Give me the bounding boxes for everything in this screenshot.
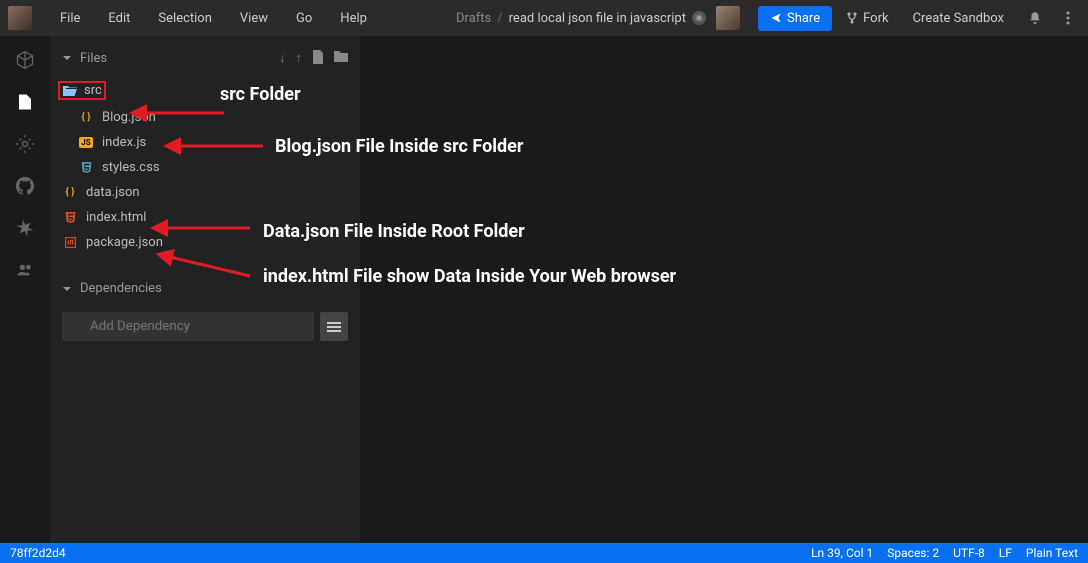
menu-view[interactable]: View (228, 5, 280, 32)
file-explorer: Files ↓ ↑ src { } Blog.json (50, 36, 360, 543)
file-styles-css[interactable]: styles.css (50, 155, 360, 180)
share-icon (770, 12, 782, 24)
fork-icon (846, 12, 858, 24)
download-icon[interactable]: ↓ (279, 50, 286, 66)
js-icon: JS (78, 137, 94, 148)
hamburger-icon (327, 322, 341, 332)
status-spaces[interactable]: Spaces: 2 (887, 546, 939, 560)
menu-selection[interactable]: Selection (146, 5, 223, 32)
files-panel-header[interactable]: Files ↓ ↑ (50, 44, 360, 72)
upload-icon[interactable]: ↑ (296, 50, 303, 66)
npm-icon (62, 236, 78, 249)
folder-src[interactable]: src (50, 76, 360, 105)
create-sandbox-button[interactable]: Create Sandbox (903, 5, 1014, 32)
status-cursor[interactable]: Ln 39, Col 1 (811, 546, 873, 560)
chevron-down-icon (62, 284, 72, 294)
file-data-json[interactable]: { } data.json (50, 180, 360, 205)
dependencies-panel-header[interactable]: Dependencies (50, 273, 360, 304)
editor-area[interactable]: src Folder Blog.json File Inside src Fol… (360, 36, 1088, 543)
add-dependency-input[interactable] (62, 312, 314, 341)
folder-open-icon (62, 85, 78, 97)
status-commit[interactable]: 78ff2d2d4 (10, 546, 811, 560)
css-icon (78, 161, 94, 174)
breadcrumb: Drafts / read local json file in javascr… (456, 11, 706, 26)
menu-help[interactable]: Help (328, 5, 379, 32)
json-icon: { } (78, 112, 94, 123)
file-blog-json[interactable]: { } Blog.json (50, 105, 360, 130)
file-index-html[interactable]: index.html (50, 205, 360, 230)
status-language[interactable]: Plain Text (1026, 546, 1078, 560)
deploy-icon[interactable] (15, 218, 35, 238)
dependencies-label: Dependencies (80, 281, 162, 296)
new-file-icon[interactable] (312, 50, 324, 66)
sandbox-icon[interactable] (15, 50, 35, 70)
status-eol[interactable]: LF (999, 546, 1012, 560)
main-area: Files ↓ ↑ src { } Blog.json (0, 36, 1088, 543)
live-icon[interactable] (15, 260, 35, 280)
activity-bar (0, 36, 50, 543)
files-label: Files (80, 51, 271, 66)
top-menu-bar: File Edit Selection View Go Help Drafts … (0, 0, 1088, 36)
status-bar: 78ff2d2d4 Ln 39, Col 1 Spaces: 2 UTF-8 L… (0, 543, 1088, 563)
menu-edit[interactable]: Edit (96, 5, 142, 32)
breadcrumb-title[interactable]: read local json file in javascript (509, 11, 686, 26)
chevron-down-icon (62, 53, 72, 63)
explorer-icon[interactable] (15, 92, 35, 112)
status-encoding[interactable]: UTF-8 (953, 546, 985, 560)
html-icon (62, 211, 78, 224)
user-avatar[interactable] (8, 6, 32, 30)
more-menu-icon[interactable] (1056, 5, 1080, 31)
file-tree: src { } Blog.json JS index.js styles.css… (50, 72, 360, 259)
notifications-icon[interactable] (1018, 5, 1052, 31)
menu-go[interactable]: Go (284, 5, 324, 32)
file-package-json[interactable]: package.json (50, 230, 360, 255)
file-index-js[interactable]: JS index.js (50, 130, 360, 155)
menu-file[interactable]: File (48, 5, 92, 32)
fork-button[interactable]: Fork (836, 5, 898, 32)
owner-avatar[interactable] (716, 6, 740, 30)
breadcrumb-separator: / (497, 11, 502, 26)
json-icon: { } (62, 187, 78, 198)
breadcrumb-root[interactable]: Drafts (456, 11, 491, 26)
settings-icon[interactable] (15, 134, 35, 154)
share-button[interactable]: Share (758, 6, 832, 31)
privacy-icon[interactable] (692, 11, 706, 25)
new-folder-icon[interactable] (334, 50, 348, 66)
github-icon[interactable] (15, 176, 35, 196)
dependency-menu-button[interactable] (320, 312, 348, 341)
